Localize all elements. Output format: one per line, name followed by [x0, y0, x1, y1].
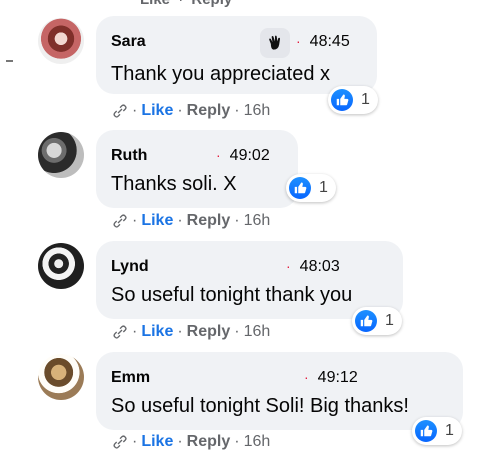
reaction-count[interactable]: 1 [328, 86, 378, 114]
avatar[interactable] [38, 18, 84, 64]
waving-hand-icon [260, 28, 290, 58]
like-link[interactable]: Like [141, 323, 173, 341]
top-actions-row: Like · Reply [140, 0, 232, 8]
like-link[interactable]: Like [141, 433, 173, 451]
comment-age[interactable]: 16h [244, 212, 271, 230]
link-icon[interactable] [112, 434, 128, 450]
reaction-count[interactable]: 1 [352, 307, 402, 335]
separator: · [177, 323, 183, 340]
thumbs-up-icon [355, 310, 377, 332]
comment-age[interactable]: 16h [244, 102, 271, 120]
video-timestamp[interactable]: · 49:12 [304, 369, 358, 387]
reply-link[interactable]: Reply [187, 433, 231, 451]
comment-bubble: Emm · 49:12 So useful tonight Soli! Big t… [96, 352, 463, 430]
reply-link[interactable]: Reply [187, 323, 231, 341]
comment-actions: · Like · Reply · 16h [112, 102, 270, 120]
separator: · [177, 433, 183, 450]
reply-link[interactable]: Reply [187, 102, 231, 120]
separator: · [234, 212, 240, 229]
top-like-link[interactable]: Like [140, 0, 170, 8]
comment-age[interactable]: 16h [244, 323, 271, 341]
comment-author[interactable]: Lynd [111, 258, 149, 276]
avatar[interactable] [38, 132, 84, 178]
separator: · [132, 102, 138, 119]
comment-actions: · Like · Reply · 16h [112, 212, 270, 230]
top-reply-link[interactable]: Reply [191, 0, 232, 8]
thumbs-up-icon [331, 89, 353, 111]
comment-text: Thank you appreciated x [111, 63, 331, 85]
left-edge-mark [6, 60, 13, 62]
comment-actions: · Like · Reply · 16h [112, 323, 270, 341]
comment-author[interactable]: Ruth [111, 147, 147, 165]
comment-bubble: Lynd · 48:03 So useful tonight thank you [96, 241, 403, 319]
link-icon[interactable] [112, 324, 128, 340]
separator: · [234, 102, 240, 119]
video-timestamp[interactable]: · 48:03 [286, 258, 340, 276]
like-link[interactable]: Like [141, 102, 173, 120]
separator: · [132, 323, 138, 340]
comment-author[interactable]: Emm [111, 369, 150, 387]
link-icon[interactable] [112, 213, 128, 229]
separator: · [234, 323, 240, 340]
avatar[interactable] [38, 354, 84, 400]
comment-actions: · Like · Reply · 16h [112, 433, 270, 451]
thumbs-up-icon [289, 177, 311, 199]
video-timestamp[interactable]: · 49:02 [216, 147, 270, 165]
thumbs-up-icon [415, 420, 437, 442]
video-timestamp[interactable]: · 48:45 [296, 33, 350, 51]
comment-bubble: Ruth · 49:02 Thanks soli. X [96, 130, 298, 208]
comment-text: So useful tonight Soli! Big thanks! [111, 395, 409, 417]
link-icon[interactable] [112, 103, 128, 119]
separator: · [177, 212, 183, 229]
like-link[interactable]: Like [141, 212, 173, 230]
separator: · [132, 212, 138, 229]
comment-bubble: Sara · 48:45 Thank you appreciated x [96, 16, 377, 94]
separator: · [132, 433, 138, 450]
separator: · [177, 102, 183, 119]
reaction-count[interactable]: 1 [412, 417, 462, 445]
comment-text: So useful tonight thank you [111, 284, 353, 306]
avatar[interactable] [38, 243, 84, 289]
reaction-count[interactable]: 1 [286, 174, 336, 202]
top-separator: · [178, 0, 183, 8]
comment-text: Thanks soli. X [111, 173, 237, 195]
separator: · [234, 433, 240, 450]
comment-author[interactable]: Sara [111, 33, 146, 51]
comment-age[interactable]: 16h [244, 433, 271, 451]
reply-link[interactable]: Reply [187, 212, 231, 230]
